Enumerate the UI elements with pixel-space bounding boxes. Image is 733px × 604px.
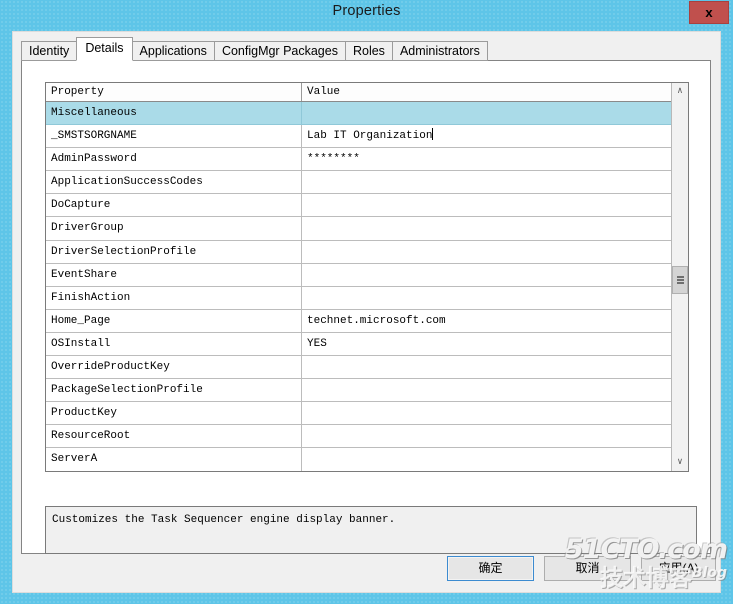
cell-value-text: Lab IT Organization [307,130,433,143]
cell-property[interactable]: PackageSelectionProfile [46,379,302,402]
cell-value-text: ******** [307,153,360,166]
table-row[interactable]: DriverSelectionProfile [46,240,673,264]
table-row[interactable]: EventShare [46,263,673,287]
cell-value[interactable]: Lab IT Organization [302,125,672,147]
table-row[interactable]: ApplicationSuccessCodes [46,171,673,195]
cell-property[interactable]: _SMSTSORGNAME [46,125,302,148]
cell-value[interactable] [302,171,672,193]
table-row[interactable]: OverrideProductKey [46,356,673,380]
cell-value[interactable] [302,379,672,401]
cell-property[interactable]: DoCapture [46,194,302,217]
tab-configmgr-packages[interactable]: ConfigMgr Packages [213,41,346,61]
property-grid: Property Value Miscellaneous _SMSTSORGNAM… [45,82,689,472]
scrollbar-grip-icon [677,276,684,278]
table-row[interactable]: _SMSTSORGNAME Lab IT Organization [46,125,673,149]
grid-vertical-scrollbar[interactable]: ∧ ∨ [671,83,688,471]
cell-property[interactable]: EventShare [46,263,302,286]
table-row[interactable]: DoCapture [46,194,673,218]
tab-identity[interactable]: Identity [21,41,78,61]
cell-value[interactable] [302,287,672,309]
cell-value-text: YES [307,337,327,350]
dialog-client-area: Identity Details Applications ConfigMgr … [12,31,721,593]
cell-value[interactable] [302,402,672,424]
cell-value[interactable] [302,217,672,239]
cell-property[interactable]: Home_Page [46,309,302,332]
cell-property[interactable]: ApplicationSuccessCodes [46,171,302,194]
cell-value[interactable] [302,425,672,447]
cancel-button[interactable]: 取消 [544,556,631,581]
property-grid-body: Miscellaneous _SMSTSORGNAME Lab IT Organiz… [46,102,673,471]
cell-property[interactable]: ResourceRoot [46,425,302,448]
cell-property[interactable]: FinishAction [46,286,302,309]
tab-details[interactable]: Details [76,37,133,61]
table-row[interactable]: FinishAction [46,286,673,310]
tab-applications[interactable]: Applications [131,41,215,61]
table-row[interactable]: AdminPassword ******** [46,148,673,172]
table-row[interactable]: ProductKey [46,402,673,426]
cell-property[interactable]: AdminPassword [46,148,302,171]
table-row[interactable]: PackageSelectionProfile [46,379,673,403]
dialog-button-bar: 确定 取消 应用(A) [13,556,722,584]
table-row[interactable]: Miscellaneous [46,102,673,126]
cell-value[interactable]: technet.microsoft.com [302,310,672,332]
apply-button[interactable]: 应用(A) [641,556,716,581]
cell-value[interactable] [302,194,672,216]
description-text: Customizes the Task Sequencer engine dis… [52,514,396,526]
tab-administrators[interactable]: Administrators [391,41,488,61]
column-header-property[interactable]: Property [46,83,302,101]
cell-property[interactable]: ServerA [46,448,302,471]
cell-property[interactable]: Miscellaneous [46,102,302,125]
cell-property[interactable]: DriverGroup [46,217,302,240]
cell-property[interactable]: OSInstall [46,332,302,356]
cell-property[interactable]: DriverSelectionProfile [46,240,302,263]
cell-value[interactable]: YES [302,333,672,355]
cell-value[interactable] [302,264,672,286]
close-icon[interactable]: x [689,1,729,24]
text-caret [432,128,434,141]
column-header-value[interactable]: Value [302,83,673,101]
cell-value[interactable]: ******** [302,148,672,170]
table-row[interactable]: ServerA [46,448,673,471]
cell-value-text: technet.microsoft.com [307,314,446,327]
cell-value[interactable] [302,356,672,378]
cell-property[interactable]: ProductKey [46,402,302,425]
table-row[interactable]: ResourceRoot [46,425,673,449]
properties-dialog-window: Properties x Identity Details Applicatio… [0,0,733,604]
scroll-down-icon[interactable]: ∨ [672,454,688,471]
tab-strip: Identity Details Applications ConfigMgr … [21,37,488,61]
tab-roles[interactable]: Roles [344,41,393,61]
cell-value[interactable] [302,102,672,124]
cell-value[interactable] [302,241,672,263]
cell-value[interactable] [302,448,672,470]
window-title: Properties [332,3,401,19]
cell-property[interactable]: OverrideProductKey [46,356,302,379]
table-row[interactable]: Home_Page technet.microsoft.com [46,309,673,333]
scroll-up-icon[interactable]: ∧ [672,83,688,100]
description-panel: Customizes the Task Sequencer engine dis… [45,506,697,554]
property-grid-header: Property Value [46,83,688,102]
table-row[interactable]: DriverGroup [46,217,673,241]
ok-button[interactable]: 确定 [447,556,534,581]
title-bar: Properties x [0,0,733,30]
table-row[interactable]: OSInstall YES [46,332,673,357]
scrollbar-thumb[interactable] [672,266,688,294]
